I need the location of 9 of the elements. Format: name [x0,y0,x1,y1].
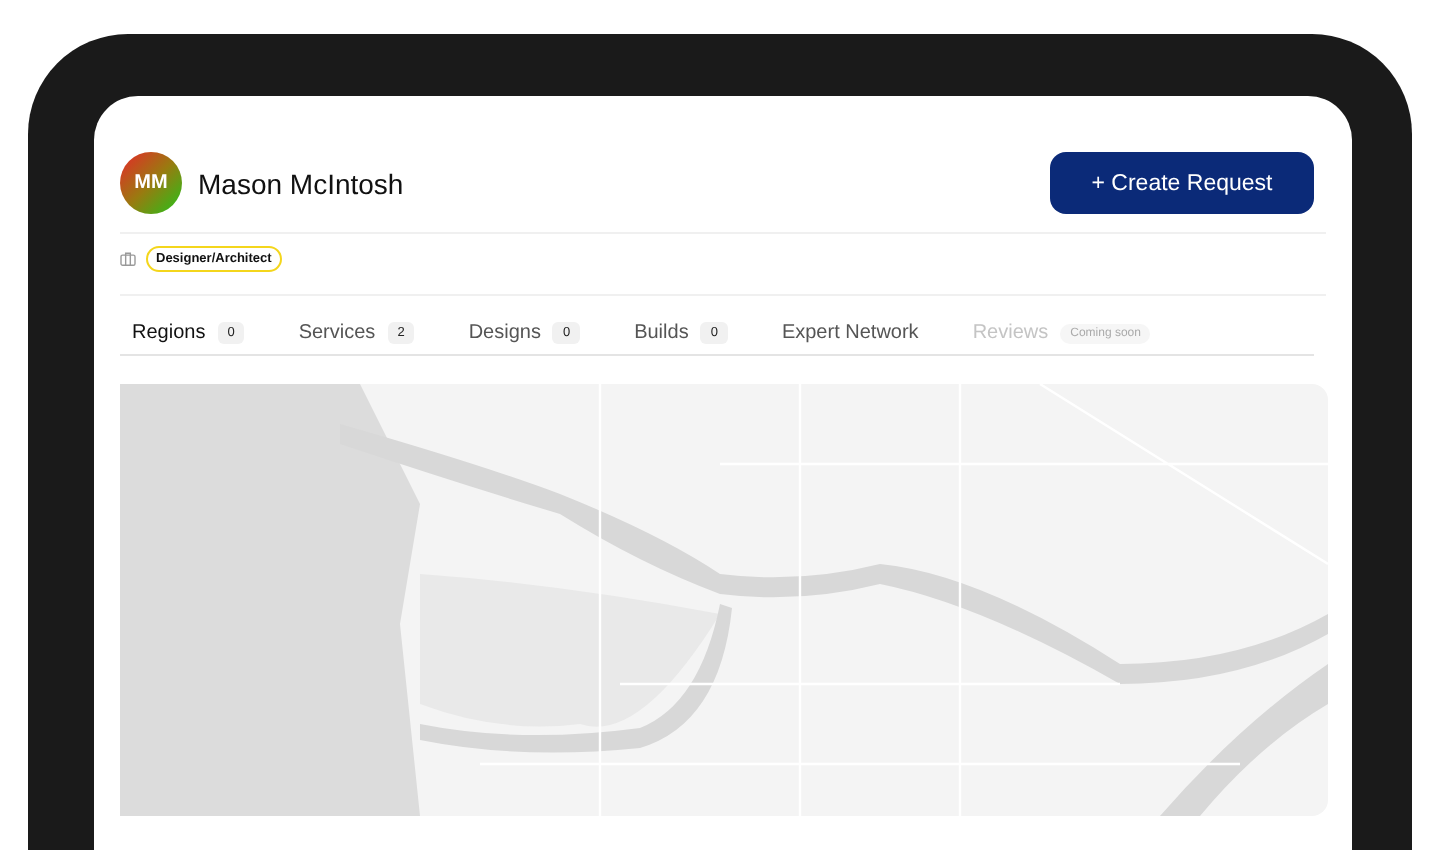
briefcase-icon [120,252,136,266]
tab[interactable]: Builds [634,322,689,344]
create-request-button[interactable]: + Create Request [1050,152,1314,214]
tab[interactable]: Expert Network [781,322,919,344]
tab[interactable]: Designs [468,322,541,344]
tab[interactable]: Regions [132,322,206,344]
avatar: MM [120,152,182,214]
tab[interactable]: Services [298,322,376,344]
user-name: Mason McIntosh [198,167,404,199]
